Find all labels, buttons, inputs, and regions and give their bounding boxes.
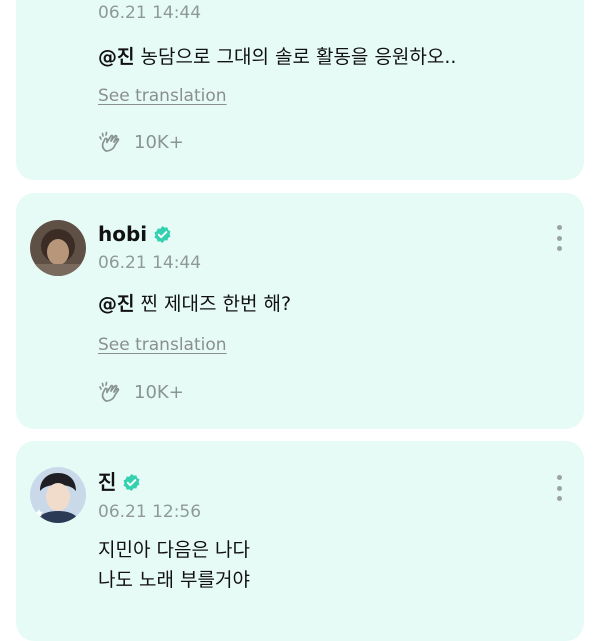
- avatar[interactable]: [30, 220, 86, 276]
- clap-hands-icon: [99, 381, 120, 402]
- post-time: 06.21 14:44: [98, 253, 202, 273]
- post-card: hobi 06.21 14:44 @진 찐 제대즈 한번 해? See tran…: [16, 193, 584, 429]
- post-body: @진 농담으로 그대의 솔로 활동을 응원하오..: [98, 42, 456, 72]
- post-time: 06.21 14:44: [98, 3, 202, 23]
- author-name[interactable]: hobi: [98, 222, 172, 246]
- see-translation-link[interactable]: See translation: [98, 86, 227, 106]
- cheer-button[interactable]: 10K+: [98, 380, 184, 406]
- author-name-text: 진: [98, 470, 117, 494]
- cheer-button[interactable]: 10K+: [98, 130, 184, 156]
- more-vertical-icon[interactable]: [556, 475, 562, 501]
- author-name[interactable]: 진: [98, 470, 141, 494]
- mention[interactable]: @진: [98, 293, 134, 315]
- verified-badge-icon: [123, 473, 140, 491]
- see-translation-link[interactable]: See translation: [98, 335, 227, 355]
- post-body: @진 찐 제대즈 한번 해?: [98, 289, 291, 319]
- post-card: 06.21 14:44 @진 농담으로 그대의 솔로 활동을 응원하오.. Se…: [16, 0, 584, 180]
- post-line: 나도 노래 부를거야: [98, 569, 250, 591]
- author-name-text: hobi: [98, 222, 148, 246]
- verified-badge-icon: [154, 225, 171, 243]
- post-card: 진 06.21 12:56 지민아 다음은 나다 나도 노래 부를거야: [16, 441, 584, 641]
- avatar[interactable]: [30, 467, 86, 523]
- post-body: 지민아 다음은 나다 나도 노래 부를거야: [98, 535, 250, 595]
- post-text: 찐 제대즈 한번 해?: [134, 293, 292, 315]
- more-vertical-icon[interactable]: [556, 225, 562, 251]
- post-time: 06.21 12:56: [98, 502, 202, 522]
- mention[interactable]: @진: [98, 46, 134, 68]
- cheer-count: 10K+: [134, 382, 184, 403]
- clap-hands-icon: [99, 131, 120, 152]
- cheer-count: 10K+: [134, 132, 184, 153]
- post-line: 지민아 다음은 나다: [98, 539, 250, 561]
- post-text: 농담으로 그대의 솔로 활동을 응원하오..: [134, 46, 457, 68]
